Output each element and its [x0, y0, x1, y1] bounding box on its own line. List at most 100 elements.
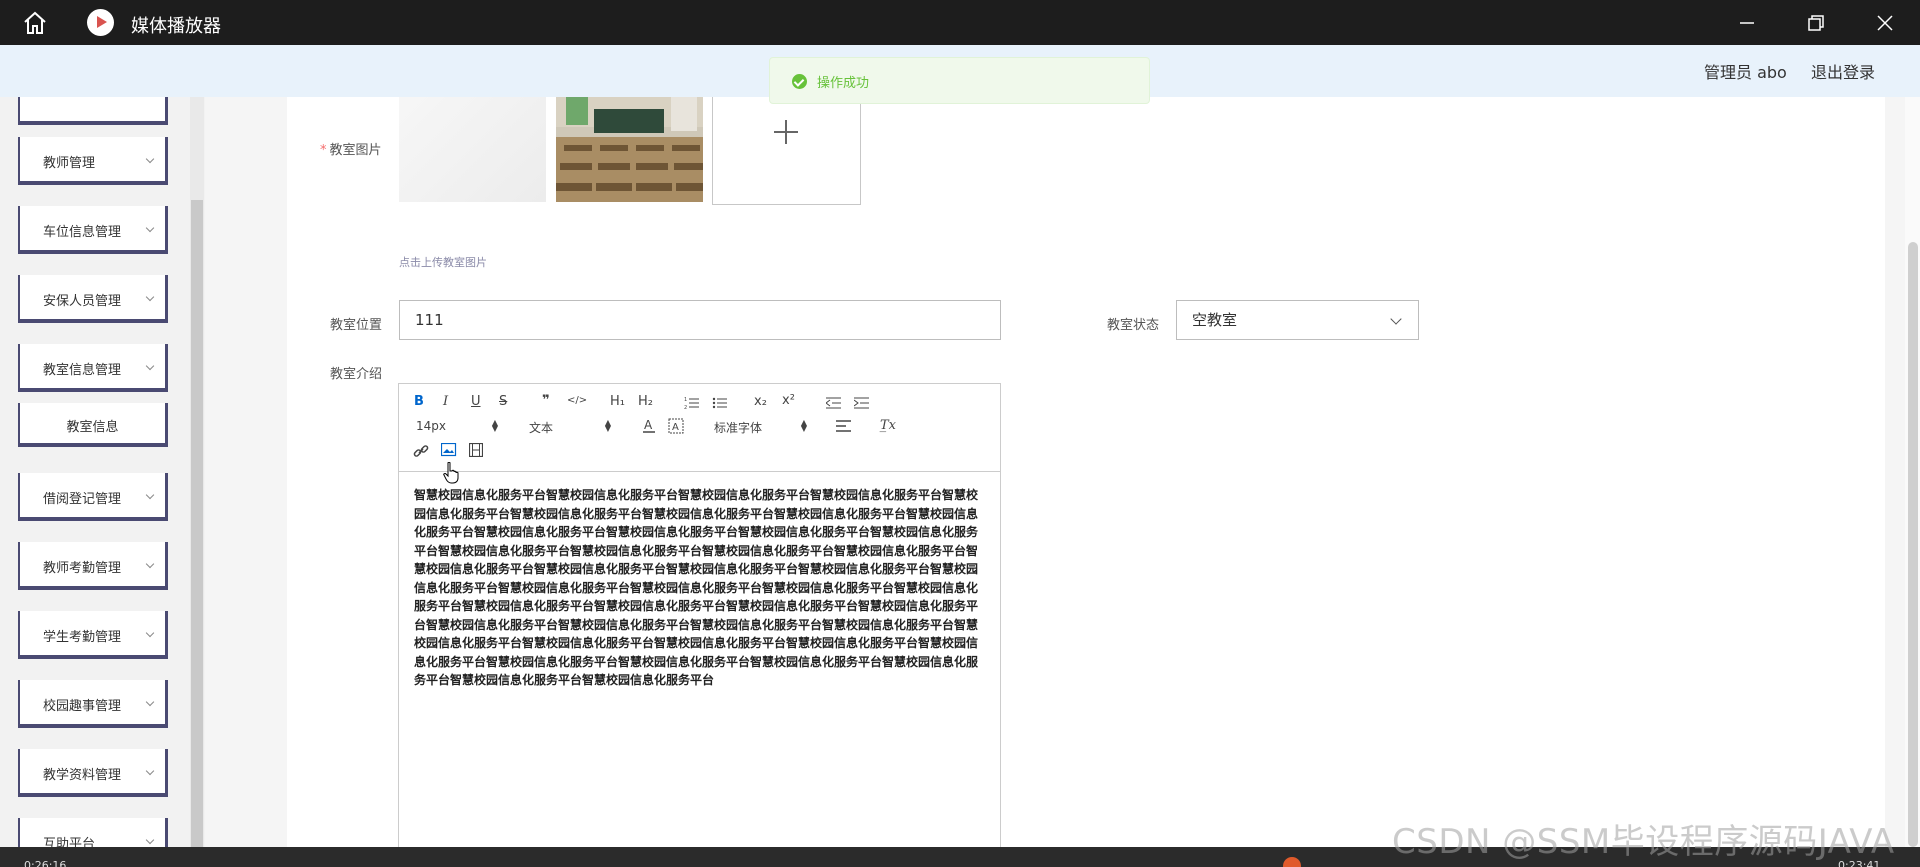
classroom-intro-label: 教室介绍 — [330, 367, 383, 382]
image-upload-box[interactable] — [712, 97, 861, 205]
chevron-down-icon — [145, 361, 155, 371]
sidebar-item-top[interactable] — [18, 97, 168, 125]
toast-message: 操作成功 — [817, 76, 870, 91]
sidebar-scrollbar-thumb[interactable] — [191, 200, 203, 847]
minimize-icon — [1740, 21, 1754, 24]
sidebar-item-classroom-management[interactable]: 教室信息管理 — [18, 344, 168, 392]
chevron-down-icon — [145, 292, 155, 302]
classroom-location-input[interactable]: 111 — [399, 300, 1001, 340]
header2-button[interactable]: H₂ — [638, 394, 653, 409]
restore-icon — [1808, 14, 1824, 31]
sidebar-menu: 教师管理 车位信息管理 安保人员管理 教室信息管理 教室信息 借阅登记管理 教师… — [0, 97, 205, 847]
video-insert-icon[interactable] — [469, 443, 483, 457]
sidebar-item-label: 教室信息管理 — [43, 363, 122, 378]
chevron-down-icon — [145, 223, 155, 233]
classroom-status-select[interactable]: 空教室 — [1176, 300, 1419, 340]
sidebar-item-mutual-help[interactable]: 互助平台 — [18, 818, 168, 847]
home-icon[interactable] — [22, 11, 48, 35]
chevron-down-icon — [145, 154, 155, 164]
svg-text:A: A — [644, 418, 653, 432]
sidebar-item-security-staff[interactable]: 安保人员管理 — [18, 275, 168, 323]
chevron-down-icon — [145, 628, 155, 638]
sidebar-item-label: 教学资料管理 — [43, 768, 122, 783]
sidebar-item-parking[interactable]: 车位信息管理 — [18, 206, 168, 254]
close-button[interactable] — [1855, 0, 1915, 45]
clear-format-button[interactable]: T̲x — [880, 418, 896, 433]
sidebar-item-campus-fun[interactable]: 校园趣事管理 — [18, 680, 168, 728]
classroom-image-thumbnail[interactable] — [399, 97, 546, 202]
sidebar-item-teaching-materials[interactable]: 教学资料管理 — [18, 749, 168, 797]
chevron-down-icon — [145, 490, 155, 500]
background-color-icon[interactable]: A — [668, 418, 684, 434]
main-scrollbar-thumb[interactable] — [1908, 242, 1918, 847]
sidebar-item-teacher-attendance[interactable]: 教师考勤管理 — [18, 542, 168, 590]
media-player-icon — [87, 9, 114, 36]
rich-text-editor[interactable]: B I U S ❞ </> H₁ H₂ 12 x₂ x² 14px ▲ ▼ 文本 ▲ ▼… — [398, 383, 1001, 863]
header-select[interactable]: 文本 ▲ ▼ — [529, 418, 611, 436]
code-block-button[interactable]: </> — [567, 395, 587, 406]
link-icon[interactable] — [413, 443, 429, 459]
elapsed-time: 0:26:16 — [24, 859, 67, 867]
chevron-down-icon — [145, 835, 155, 845]
strike-button[interactable]: S — [499, 394, 507, 409]
admin-user-label[interactable]: 管理员 abo — [1704, 59, 1787, 83]
success-check-icon — [792, 74, 807, 89]
seek-handle[interactable] — [1283, 857, 1301, 867]
restore-button[interactable] — [1786, 0, 1846, 45]
sidebar-item-label: 学生考勤管理 — [43, 630, 122, 645]
classroom-image-label: * 教室图片 — [320, 143, 382, 158]
font-size-select[interactable]: 14px ▲ ▼ — [416, 419, 498, 434]
bold-button[interactable]: B — [414, 394, 424, 409]
sidebar-item-label: 教师考勤管理 — [43, 561, 122, 576]
close-icon — [1877, 14, 1893, 31]
classroom-location-label: 教室位置 — [330, 318, 383, 333]
blockquote-button[interactable]: ❞ — [542, 393, 550, 408]
svg-text:A: A — [672, 422, 679, 433]
sidebar-item-borrow-registration[interactable]: 借阅登记管理 — [18, 473, 168, 521]
ordered-list-icon[interactable]: 12 — [684, 396, 700, 410]
sidebar-item-label: 教师管理 — [43, 156, 96, 171]
sidebar-item-label: 借阅登记管理 — [43, 492, 122, 507]
editor-toolbar: B I U S ❞ </> H₁ H₂ 12 x₂ x² 14px ▲ ▼ 文本 ▲ ▼… — [399, 384, 1000, 472]
italic-button[interactable]: I — [443, 394, 448, 409]
classroom-image-thumbnail[interactable] — [556, 97, 703, 202]
header1-button[interactable]: H₁ — [610, 394, 625, 409]
sidebar-item-label: 校园趣事管理 — [43, 699, 122, 714]
chevron-down-icon — [145, 766, 155, 776]
window-title-bar: 媒体播放器 — [0, 0, 1920, 45]
sidebar-subitem-classroom-info[interactable]: 教室信息 — [18, 403, 168, 447]
editor-content[interactable]: 智慧校园信息化服务平台智慧校园信息化服务平台智慧校园信息化服务平台智慧校园信息化… — [414, 486, 984, 690]
success-toast: 操作成功 — [769, 57, 1150, 104]
chevron-down-icon — [145, 559, 155, 569]
svg-text:2: 2 — [684, 405, 687, 410]
required-marker: * — [320, 143, 327, 158]
minimize-button[interactable] — [1717, 0, 1777, 45]
superscript-button[interactable]: x² — [782, 393, 795, 408]
subscript-button[interactable]: x₂ — [754, 394, 767, 409]
sidebar-item-label: 安保人员管理 — [43, 294, 122, 309]
outdent-icon[interactable] — [826, 396, 842, 410]
font-color-icon[interactable]: A — [642, 418, 656, 434]
underline-button[interactable]: U — [471, 394, 481, 409]
window-title: 媒体播放器 — [131, 16, 221, 37]
chevron-down-icon — [1390, 313, 1402, 325]
classroom-status-label: 教室状态 — [1107, 318, 1160, 333]
chevron-down-icon — [145, 697, 155, 707]
select-arrows-icon: ▲ ▼ — [800, 418, 807, 433]
select-arrows-icon: ▲ ▼ — [604, 418, 611, 433]
image-insert-icon[interactable] — [441, 443, 457, 457]
classroom-status-value: 空教室 — [1192, 311, 1238, 329]
font-family-select[interactable]: 标准字体 ▲ ▼ — [714, 418, 807, 436]
svg-text:1: 1 — [684, 397, 687, 403]
sidebar-item-label: 教室信息 — [66, 420, 119, 435]
logout-link[interactable]: 退出登录 — [1811, 59, 1875, 83]
align-icon[interactable] — [836, 420, 852, 432]
sidebar-item-student-attendance[interactable]: 学生考勤管理 — [18, 611, 168, 659]
upload-hint[interactable]: 点击上传教室图片 — [399, 254, 487, 270]
indent-icon[interactable] — [854, 396, 870, 410]
hand-cursor-icon — [443, 462, 459, 484]
watermark: CSDN @SSM毕设程序源码JAVA — [1392, 822, 1895, 862]
bullet-list-icon[interactable] — [712, 396, 728, 410]
sidebar-item-teacher-management[interactable]: 教师管理 — [18, 137, 168, 185]
sidebar-item-label: 车位信息管理 — [43, 225, 122, 240]
